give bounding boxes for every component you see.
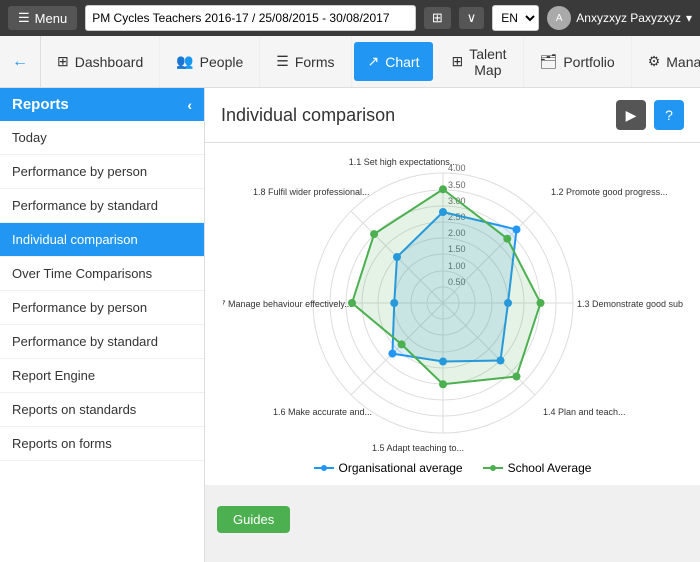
talent-label-1: Talent: [469, 46, 506, 62]
people-icon: 👥: [176, 53, 193, 70]
nav-portfolio[interactable]: 🗂 Portfolio: [524, 36, 632, 87]
sidebar-collapse-button[interactable]: ‹: [187, 97, 192, 113]
content-area: Individual comparison ▶ ?: [205, 88, 700, 562]
legend-school-label: School Average: [508, 461, 592, 475]
dashboard-icon: ⊞: [57, 53, 69, 70]
main-layout: Reports ‹ Today Performance by person Pe…: [0, 88, 700, 562]
portfolio-icon: 🗂: [540, 53, 558, 70]
svg-text:1.2 Promote good progress...: 1.2 Promote good progress...: [551, 187, 668, 197]
sidebar-item-perf-person-1[interactable]: Performance by person: [0, 155, 204, 189]
avatar: A: [547, 6, 571, 30]
sidebar-over-time-label: Over Time Comparisons: [12, 266, 152, 281]
sidebar-reports-standards-label: Reports on standards: [12, 402, 136, 417]
forms-icon: ☰: [276, 53, 289, 70]
sidebar-perf-standard-2-label: Performance by standard: [12, 334, 158, 349]
bottom-area: Guides: [205, 485, 700, 545]
video-icon: ▶: [626, 107, 637, 124]
hamburger-icon: ☰: [18, 10, 30, 26]
help-icon: ?: [665, 107, 673, 123]
nav-bar: ← ⊞ Dashboard 👥 People ☰ Forms ↗ Chart ⊞…: [0, 36, 700, 88]
sidebar-today-label: Today: [12, 130, 47, 145]
svg-text:1.4 Plan and teach...: 1.4 Plan and teach...: [543, 407, 626, 417]
content-title: Individual comparison: [221, 105, 395, 126]
talent-label-2: Map: [474, 62, 501, 78]
sidebar-header: Reports ‹: [0, 88, 204, 121]
nav-dashboard[interactable]: ⊞ Dashboard: [41, 36, 160, 87]
sidebar-report-engine-label: Report Engine: [12, 368, 95, 383]
nav-talent-map-label-wrapper: Talent Map: [469, 46, 506, 78]
sidebar-perf-person-1-label: Performance by person: [12, 164, 147, 179]
sidebar: Reports ‹ Today Performance by person Pe…: [0, 88, 205, 562]
sidebar-item-over-time[interactable]: Over Time Comparisons: [0, 257, 204, 291]
talent-map-icon: ⊞: [451, 53, 463, 70]
nav-talent-map[interactable]: ⊞ Talent Map: [435, 36, 523, 87]
content-actions: ▶ ?: [616, 100, 684, 130]
sidebar-title: Reports: [12, 96, 69, 113]
svg-text:1.5 Adapt teaching to...: 1.5 Adapt teaching to...: [371, 443, 463, 453]
chart-icon: ↗: [368, 53, 380, 70]
chevron-down-icon: ∨: [467, 10, 477, 25]
nav-dashboard-label: Dashboard: [75, 54, 144, 70]
nav-manage-label: Manage: [666, 54, 700, 70]
guides-button[interactable]: Guides: [217, 506, 290, 533]
sidebar-item-reports-standards[interactable]: Reports on standards: [0, 393, 204, 427]
nav-forms-label: Forms: [295, 54, 335, 70]
svg-text:1.7 Manage behaviour effective: 1.7 Manage behaviour effectively...: [223, 299, 352, 309]
language-select[interactable]: EN: [492, 5, 539, 31]
sidebar-item-today[interactable]: Today: [0, 121, 204, 155]
user-area[interactable]: A Anxyzxyz Paxyzxyz ▾: [547, 6, 692, 30]
grid-icon-button[interactable]: ⊞: [424, 7, 451, 29]
user-name: Anxyzxyz Paxyzxyz: [576, 11, 681, 25]
grid-icon: ⊞: [432, 10, 443, 25]
sidebar-item-individual-comparison[interactable]: Individual comparison: [0, 223, 204, 257]
sidebar-individual-comparison-label: Individual comparison: [12, 232, 138, 247]
nav-portfolio-label: Portfolio: [563, 54, 614, 70]
nav-forms[interactable]: ☰ Forms: [260, 36, 351, 87]
sidebar-perf-standard-1-label: Performance by standard: [12, 198, 158, 213]
content-header: Individual comparison ▶ ?: [205, 88, 700, 143]
help-button[interactable]: ?: [654, 100, 684, 130]
sidebar-item-perf-person-2[interactable]: Performance by person: [0, 291, 204, 325]
sidebar-reports-forms-label: Reports on forms: [12, 436, 112, 451]
nav-chart[interactable]: ↗ Chart: [354, 42, 434, 81]
svg-text:1.3 Demonstrate good subject..: 1.3 Demonstrate good subject...: [577, 299, 683, 309]
user-chevron-icon: ▾: [686, 11, 692, 25]
video-button[interactable]: ▶: [616, 100, 646, 130]
nav-chart-label: Chart: [385, 54, 419, 70]
sidebar-item-perf-standard-1[interactable]: Performance by standard: [0, 189, 204, 223]
menu-button[interactable]: ☰ Menu: [8, 6, 77, 30]
nav-manage[interactable]: ⚙ Manage: [632, 36, 700, 87]
chart-container: 4.00 3.50 3.00 2.50 2.00 1.50 1.00 0.50 …: [205, 143, 700, 485]
legend-org-avg: Organisational average: [314, 461, 463, 475]
svg-text:1.1 Set high expectations...: 1.1 Set high expectations...: [348, 157, 457, 167]
sidebar-item-perf-standard-2[interactable]: Performance by standard: [0, 325, 204, 359]
nav-back-button[interactable]: ←: [0, 36, 41, 87]
sidebar-perf-person-2-label: Performance by person: [12, 300, 147, 315]
sidebar-item-report-engine[interactable]: Report Engine: [0, 359, 204, 393]
svg-text:1.8 Fulfil wider professional.: 1.8 Fulfil wider professional...: [253, 187, 370, 197]
nav-people-label: People: [200, 54, 244, 70]
radar-chart: 4.00 3.50 3.00 2.50 2.00 1.50 1.00 0.50 …: [223, 153, 683, 453]
legend-school-avg: School Average: [483, 461, 592, 475]
menu-label: Menu: [35, 11, 68, 26]
chart-legend: Organisational average School Average: [314, 461, 592, 475]
sidebar-item-reports-forms[interactable]: Reports on forms: [0, 427, 204, 461]
top-bar: ☰ Menu ⊞ ∨ EN A Anxyzxyz Paxyzxyz ▾: [0, 0, 700, 36]
legend-org-label: Organisational average: [339, 461, 463, 475]
svg-text:1.6 Make accurate and...: 1.6 Make accurate and...: [273, 407, 372, 417]
nav-people[interactable]: 👥 People: [160, 36, 260, 87]
svg-text:3.50: 3.50: [448, 180, 466, 190]
back-arrow-icon: ←: [12, 53, 28, 71]
cycle-input[interactable]: [85, 5, 416, 31]
manage-icon: ⚙: [648, 53, 661, 70]
chevron-icon-button[interactable]: ∨: [459, 7, 485, 29]
